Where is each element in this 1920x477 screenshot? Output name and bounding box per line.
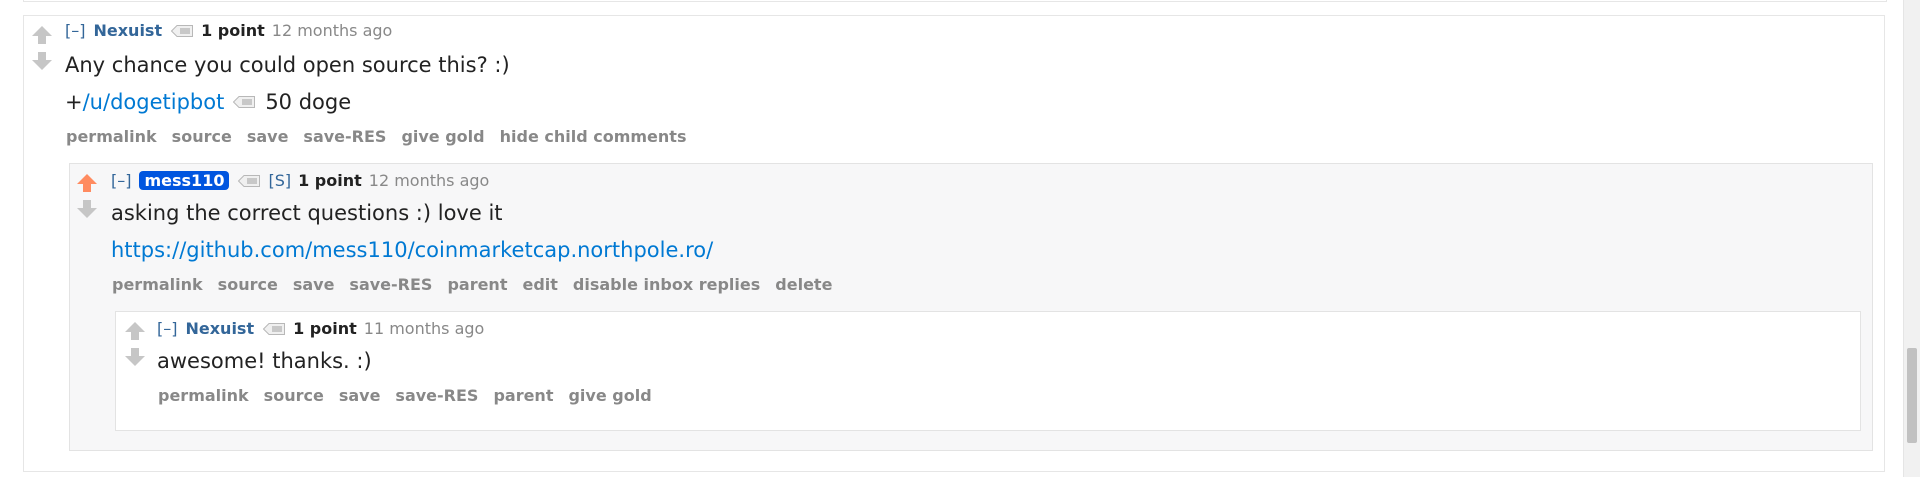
- scrollbar-thumb[interactable]: [1907, 348, 1917, 443]
- comment-time: 12 months ago: [271, 21, 393, 40]
- upvote-arrow-icon[interactable]: [76, 172, 98, 194]
- save-res-button[interactable]: save-RES: [395, 386, 478, 405]
- comment-score: 1 point: [293, 319, 357, 338]
- comment-buttons: permalink source save save-RES give gold…: [66, 127, 701, 146]
- page-scrollbar[interactable]: [1903, 0, 1920, 477]
- comment-time: 12 months ago: [368, 171, 490, 190]
- comment-score: 1 point: [201, 21, 265, 40]
- upvote-arrow-icon[interactable]: [124, 320, 146, 342]
- parent-button[interactable]: parent: [493, 386, 553, 405]
- author-link[interactable]: mess110: [139, 171, 230, 190]
- downvote-arrow-icon[interactable]: [124, 346, 146, 368]
- downvote-arrow-icon[interactable]: [76, 198, 98, 220]
- edit-button[interactable]: edit: [522, 275, 557, 294]
- tip-plus: +: [65, 90, 83, 114]
- comment-tagline: [–] Nexuist 1 point 12 months ago: [65, 21, 392, 40]
- permalink-button[interactable]: permalink: [158, 386, 249, 405]
- source-button[interactable]: source: [218, 275, 278, 294]
- tag-icon[interactable]: [233, 96, 256, 108]
- comment-body: asking the correct questions :) love it: [111, 201, 503, 225]
- tip-line: + /u/dogetipbot 50 doge: [65, 90, 351, 114]
- collapse-toggle[interactable]: [–]: [157, 319, 177, 338]
- comment-tagline: [–] mess110 [S] 1 point 12 months ago: [111, 171, 489, 190]
- collapse-toggle[interactable]: [–]: [65, 21, 85, 40]
- dogetipbot-link[interactable]: /u/dogetipbot: [83, 90, 225, 114]
- comment-score: 1 point: [298, 171, 362, 190]
- previous-comment-bottom: [23, 0, 1887, 2]
- comment-time: 11 months ago: [363, 319, 485, 338]
- delete-button[interactable]: delete: [775, 275, 832, 294]
- source-button[interactable]: source: [172, 127, 232, 146]
- permalink-button[interactable]: permalink: [66, 127, 157, 146]
- tag-icon[interactable]: [171, 24, 194, 37]
- upvote-arrow-icon[interactable]: [31, 24, 53, 46]
- comment-buttons: permalink source save save-RES parent ed…: [112, 275, 847, 294]
- save-button[interactable]: save: [339, 386, 381, 405]
- give-gold-button[interactable]: give gold: [568, 386, 651, 405]
- comment-buttons: permalink source save save-RES parent gi…: [158, 386, 667, 405]
- github-link[interactable]: https://github.com/mess110/coinmarketcap…: [111, 238, 713, 262]
- comment-tagline: [–] Nexuist 1 point 11 months ago: [157, 319, 484, 338]
- tag-icon[interactable]: [238, 174, 261, 187]
- comment-nexuist-2: [–] Nexuist 1 point 11 months ago awesom…: [115, 311, 1861, 431]
- collapse-toggle[interactable]: [–]: [111, 171, 131, 190]
- save-button[interactable]: save: [293, 275, 335, 294]
- submitter-flag[interactable]: [S]: [268, 171, 291, 190]
- source-button[interactable]: source: [264, 386, 324, 405]
- tag-icon[interactable]: [263, 322, 286, 335]
- save-res-button[interactable]: save-RES: [349, 275, 432, 294]
- author-link[interactable]: Nexuist: [93, 21, 162, 40]
- save-button[interactable]: save: [247, 127, 289, 146]
- parent-button[interactable]: parent: [447, 275, 507, 294]
- tip-amount: 50 doge: [265, 90, 352, 114]
- comment-body: awesome! thanks. :): [157, 349, 372, 373]
- comment-body: Any chance you could open source this? :…: [65, 53, 510, 77]
- save-res-button[interactable]: save-RES: [303, 127, 386, 146]
- hide-child-comments-button[interactable]: hide child comments: [500, 127, 687, 146]
- disable-inbox-replies-button[interactable]: disable inbox replies: [573, 275, 760, 294]
- permalink-button[interactable]: permalink: [112, 275, 203, 294]
- give-gold-button[interactable]: give gold: [401, 127, 484, 146]
- downvote-arrow-icon[interactable]: [31, 50, 53, 72]
- comment-link-line: https://github.com/mess110/coinmarketcap…: [111, 238, 713, 262]
- author-link[interactable]: Nexuist: [185, 319, 254, 338]
